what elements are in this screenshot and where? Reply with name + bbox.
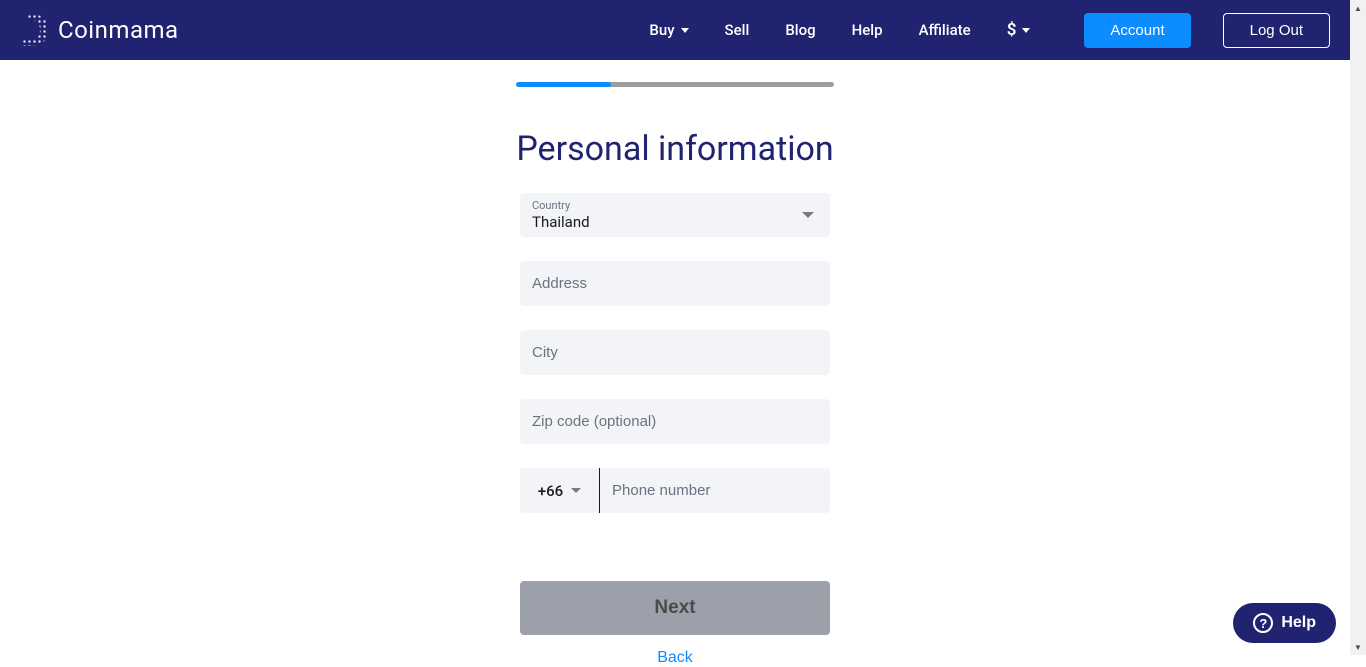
scroll-down-arrow-icon[interactable]: ▼ (1350, 639, 1366, 655)
brand-name: Coinmama (58, 16, 179, 44)
city-field-wrap (520, 330, 830, 375)
nav-buy[interactable]: Buy (631, 21, 706, 39)
nav-help[interactable]: Help (834, 21, 901, 39)
city-input[interactable] (520, 330, 830, 375)
phone-input[interactable] (600, 468, 830, 513)
main-content: Personal information Country Thailand +6… (0, 60, 1350, 667)
coinmama-logo-icon (22, 14, 48, 46)
top-nav-header: Coinmama Buy Sell Blog Help Affiliate $ … (0, 0, 1350, 60)
address-input[interactable] (520, 261, 830, 306)
zip-field-wrap (520, 399, 830, 444)
question-icon: ? (1253, 613, 1273, 633)
personal-info-form: Country Thailand +66 Next Back (520, 193, 830, 667)
scroll-up-arrow-icon[interactable]: ▲ (1350, 0, 1366, 16)
phone-code-select[interactable]: +66 (520, 468, 600, 513)
currency-symbol: $ (1007, 20, 1017, 40)
next-button[interactable]: Next (520, 581, 830, 635)
zip-input[interactable] (520, 399, 830, 444)
nav-affiliate[interactable]: Affiliate (901, 21, 989, 39)
page-title: Personal information (516, 129, 833, 169)
nav-currency[interactable]: $ (989, 20, 1049, 40)
nav-blog[interactable]: Blog (767, 21, 833, 39)
country-label: Country (532, 199, 802, 212)
chevron-down-icon (571, 488, 581, 493)
account-button[interactable]: Account (1084, 13, 1190, 48)
nav-links: Buy Sell Blog Help Affiliate $ Account L… (631, 13, 1330, 48)
chevron-down-icon (1022, 28, 1030, 33)
help-widget-label: Help (1281, 614, 1316, 632)
country-select[interactable]: Country Thailand (520, 193, 830, 237)
help-widget-button[interactable]: ? Help (1233, 603, 1336, 643)
logout-button[interactable]: Log Out (1223, 13, 1330, 48)
back-button[interactable]: Back (520, 649, 830, 667)
brand-logo[interactable]: Coinmama (22, 14, 179, 46)
vertical-scrollbar[interactable]: ▲ ▼ (1350, 0, 1366, 655)
progress-fill (516, 82, 611, 87)
country-value: Thailand (532, 213, 802, 231)
chevron-down-icon (681, 28, 689, 33)
phone-field-wrap: +66 (520, 468, 830, 513)
phone-code-value: +66 (538, 482, 563, 500)
progress-bar (516, 82, 834, 87)
chevron-down-icon (802, 212, 814, 218)
nav-buy-label: Buy (649, 21, 674, 39)
address-field-wrap (520, 261, 830, 306)
nav-sell[interactable]: Sell (707, 21, 768, 39)
